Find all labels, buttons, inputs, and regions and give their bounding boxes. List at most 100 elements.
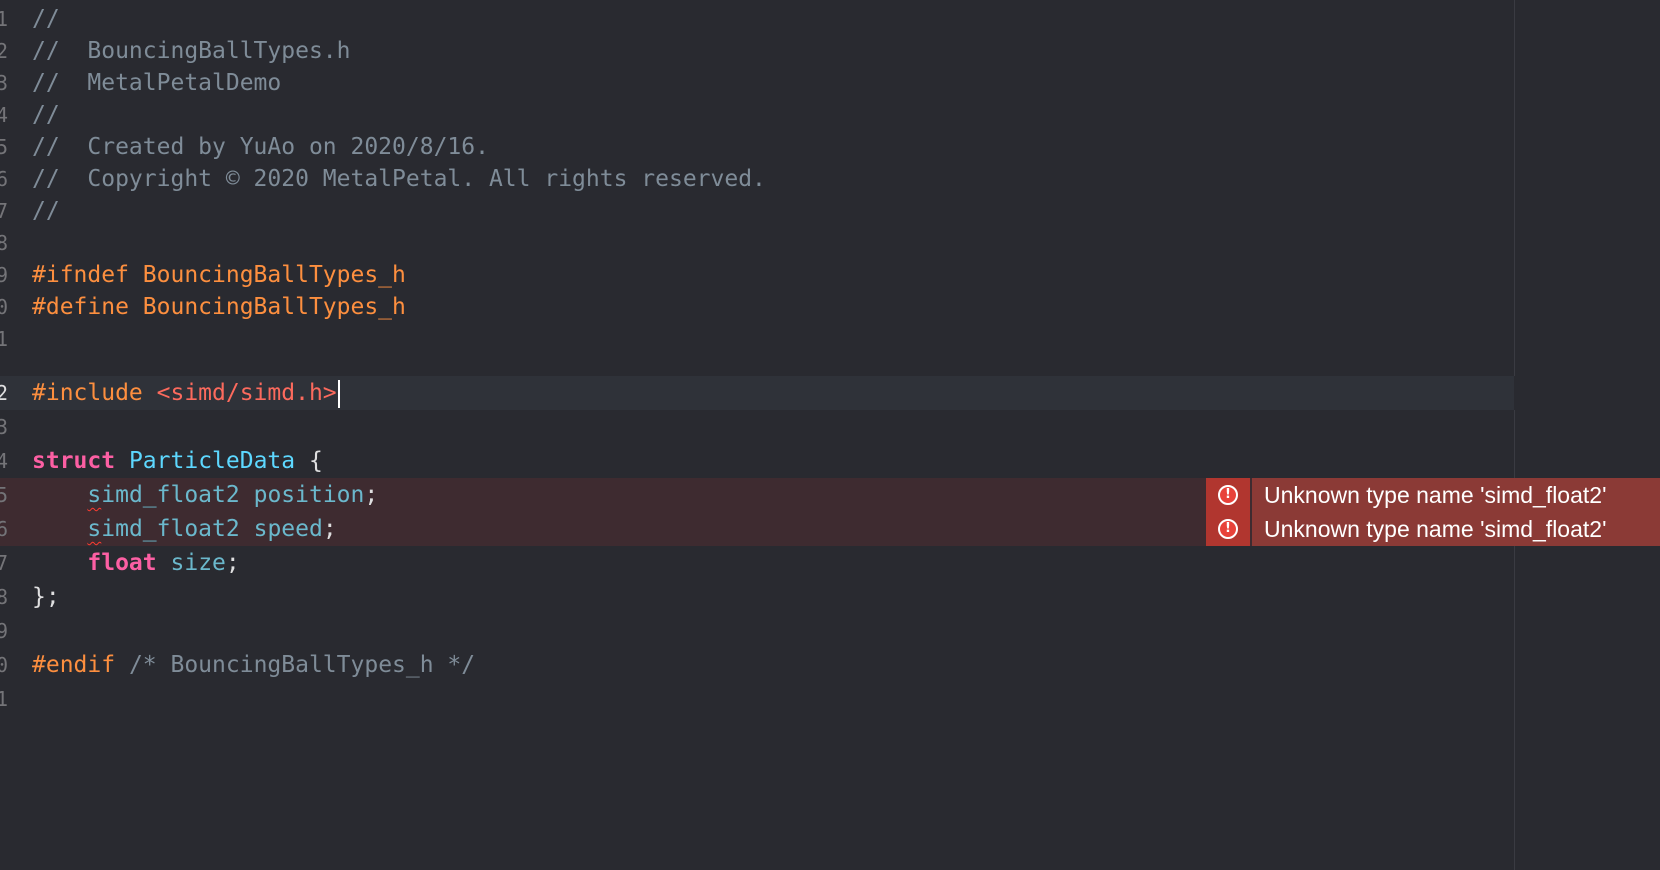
line-number: 0 bbox=[0, 295, 8, 319]
minimap-area bbox=[1514, 376, 1660, 410]
line-number: 3 bbox=[0, 415, 8, 439]
comment: /* BouncingBallTypes_h */ bbox=[115, 652, 476, 678]
code-line-10[interactable]: 0 #define BouncingBallTypes_h bbox=[0, 290, 1660, 324]
keyword: struct bbox=[32, 448, 116, 474]
line-number: 4 bbox=[0, 449, 8, 473]
preprocessor-directive: #define BouncingBallTypes_h bbox=[32, 294, 406, 320]
code-line-21[interactable]: 1 bbox=[0, 682, 1660, 716]
error-squiggle[interactable]: s bbox=[87, 516, 101, 542]
semicolon: ; bbox=[364, 482, 379, 508]
line-content[interactable]: struct ParticleData { bbox=[32, 444, 323, 478]
line-content[interactable]: // Created by YuAo on 2020/8/16. bbox=[32, 130, 489, 164]
code-line-15-error[interactable]: 5 simd_float2 position; ! Unknown type n… bbox=[0, 478, 1660, 512]
preprocessor-directive: #ifndef BouncingBallTypes_h bbox=[32, 262, 406, 288]
line-content[interactable]: // BouncingBallTypes.h bbox=[32, 34, 351, 68]
line-content[interactable]: #include <simd/simd.h> bbox=[32, 376, 340, 410]
line-content[interactable]: // bbox=[32, 2, 60, 36]
line-number: 1 bbox=[0, 7, 8, 31]
error-annotation-1[interactable]: ! Unknown type name 'simd_float2' bbox=[1206, 478, 1660, 512]
code-line-20[interactable]: 0 #endif /* BouncingBallTypes_h */ bbox=[0, 648, 1660, 682]
line-content[interactable]: // Copyright © 2020 MetalPetal. All righ… bbox=[32, 162, 766, 196]
comment: // bbox=[32, 198, 60, 224]
code-line-4[interactable]: 4 // bbox=[0, 98, 1660, 132]
type-name: imd_float2 bbox=[101, 482, 240, 508]
line-number: 9 bbox=[0, 263, 8, 287]
field-name: size bbox=[170, 550, 226, 576]
comment: // Created by YuAo on 2020/8/16. bbox=[32, 134, 489, 160]
line-content[interactable]: // bbox=[32, 194, 60, 228]
line-number: 3 bbox=[0, 71, 8, 95]
text-cursor bbox=[337, 379, 340, 408]
code-line-3[interactable]: 3 // MetalPetalDemo bbox=[0, 66, 1660, 100]
comment: // bbox=[32, 102, 60, 128]
line-content[interactable]: #define BouncingBallTypes_h bbox=[32, 290, 406, 324]
keyword: float bbox=[87, 550, 157, 576]
include-header: <simd/simd.h> bbox=[156, 380, 337, 406]
type-declaration: ParticleData bbox=[128, 448, 296, 474]
line-content[interactable]: float size; bbox=[32, 546, 240, 580]
line-content[interactable]: // MetalPetalDemo bbox=[32, 66, 281, 100]
code-line-19[interactable]: 9 bbox=[0, 614, 1660, 648]
comment: // MetalPetalDemo bbox=[32, 70, 282, 96]
error-icon-container[interactable]: ! bbox=[1206, 478, 1250, 512]
semicolon: ; bbox=[225, 550, 240, 576]
code-line-11[interactable]: 1 bbox=[0, 322, 1660, 356]
field-name: position bbox=[253, 482, 365, 508]
comment: // bbox=[32, 6, 60, 32]
code-line-13[interactable]: 3 bbox=[0, 410, 1660, 444]
line-number: 2 bbox=[0, 381, 8, 405]
line-number: 1 bbox=[0, 327, 8, 351]
code-line-17[interactable]: 7 float size; bbox=[0, 546, 1660, 580]
code-line-7[interactable]: 7 // bbox=[0, 194, 1660, 228]
error-squiggle[interactable]: s bbox=[87, 482, 101, 508]
field-name: speed bbox=[253, 516, 323, 542]
line-number: 7 bbox=[0, 551, 8, 575]
line-number: 0 bbox=[0, 653, 8, 677]
comment: // BouncingBallTypes.h bbox=[32, 38, 351, 64]
error-icon[interactable]: ! bbox=[1218, 519, 1238, 539]
error-message[interactable]: Unknown type name 'simd_float2' bbox=[1252, 478, 1660, 512]
line-content[interactable]: simd_float2 position; bbox=[32, 478, 378, 512]
semicolon: ; bbox=[322, 516, 337, 542]
line-number: 6 bbox=[0, 517, 8, 541]
error-icon[interactable]: ! bbox=[1218, 485, 1238, 505]
line-number: 2 bbox=[0, 39, 8, 63]
code-line-18[interactable]: 8 }; bbox=[0, 580, 1660, 614]
code-line-9[interactable]: 9 #ifndef BouncingBallTypes_h bbox=[0, 258, 1660, 292]
type-name: imd_float2 bbox=[101, 516, 240, 542]
code-line-14[interactable]: 4 struct ParticleData { bbox=[0, 444, 1660, 478]
error-message[interactable]: Unknown type name 'simd_float2' bbox=[1252, 512, 1660, 546]
error-annotation-2[interactable]: ! Unknown type name 'simd_float2' bbox=[1206, 512, 1660, 546]
line-number: 8 bbox=[0, 231, 8, 255]
code-line-5[interactable]: 5 // Created by YuAo on 2020/8/16. bbox=[0, 130, 1660, 164]
closing-brace: }; bbox=[32, 584, 60, 610]
comment: // Copyright © 2020 MetalPetal. All righ… bbox=[32, 166, 766, 192]
line-content[interactable]: }; bbox=[32, 580, 60, 614]
line-number: 6 bbox=[0, 167, 8, 191]
line-content[interactable]: simd_float2 speed; bbox=[32, 512, 337, 546]
code-line-16-error[interactable]: 6 simd_float2 speed; ! Unknown type name… bbox=[0, 512, 1660, 546]
error-icon-container[interactable]: ! bbox=[1206, 512, 1250, 546]
preprocessor-directive: #endif bbox=[32, 652, 116, 678]
line-number: 9 bbox=[0, 619, 8, 643]
line-content[interactable]: #endif /* BouncingBallTypes_h */ bbox=[32, 648, 475, 682]
code-line-12-current[interactable]: 2 #include <simd/simd.h> bbox=[0, 376, 1660, 410]
line-number: 5 bbox=[0, 483, 8, 507]
code-line-6[interactable]: 6 // Copyright © 2020 MetalPetal. All ri… bbox=[0, 162, 1660, 196]
code-line-1[interactable]: 1 // bbox=[0, 2, 1660, 36]
code-line-8[interactable]: 8 bbox=[0, 226, 1660, 260]
line-number: 5 bbox=[0, 135, 8, 159]
line-number: 8 bbox=[0, 585, 8, 609]
line-content[interactable]: // bbox=[32, 98, 60, 132]
line-content[interactable]: #ifndef BouncingBallTypes_h bbox=[32, 258, 406, 292]
line-number: 4 bbox=[0, 103, 8, 127]
preprocessor-directive: #include bbox=[32, 380, 157, 406]
brace: { bbox=[295, 448, 323, 474]
line-number: 1 bbox=[0, 687, 8, 711]
code-editor[interactable]: 1 // 2 // BouncingBallTypes.h 3 // Metal… bbox=[0, 0, 1660, 870]
code-line-2[interactable]: 2 // BouncingBallTypes.h bbox=[0, 34, 1660, 68]
line-number: 7 bbox=[0, 199, 8, 223]
